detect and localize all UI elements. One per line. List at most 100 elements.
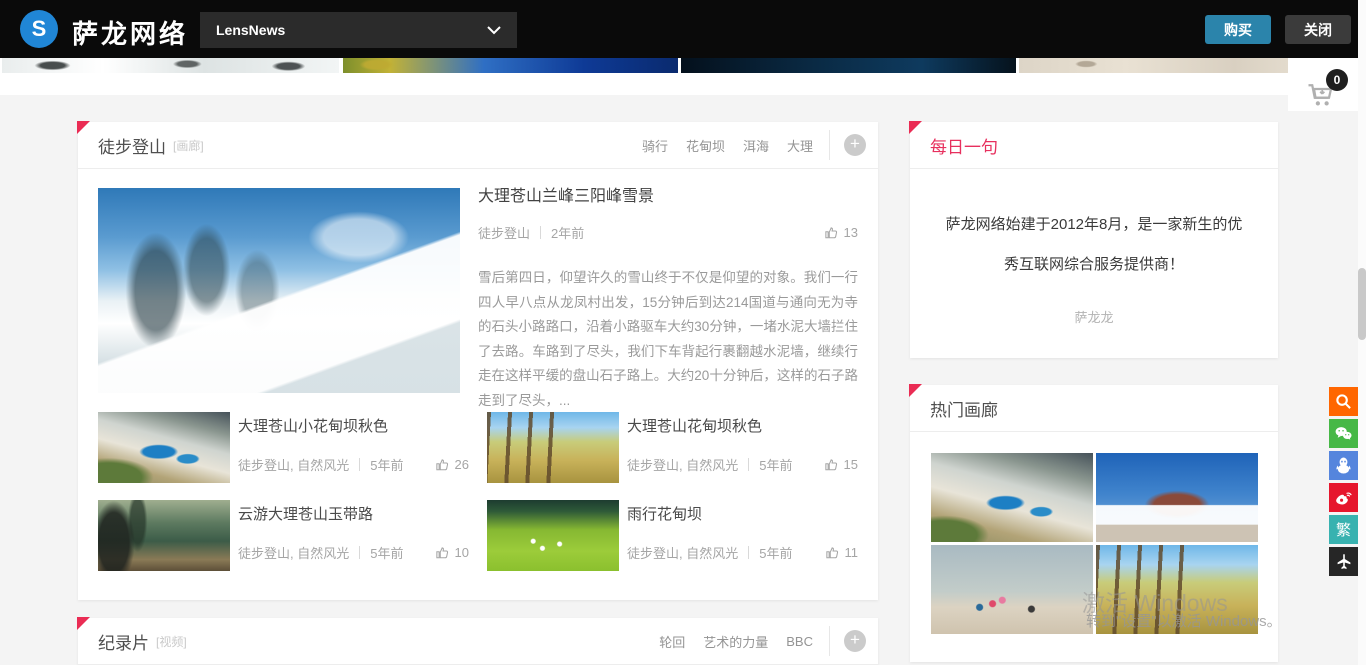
article-thumbnail[interactable] <box>487 500 619 571</box>
back-to-top-button[interactable] <box>1329 547 1358 576</box>
buy-button[interactable]: 购买 <box>1205 15 1271 44</box>
article-list-item[interactable]: 大理苍山小花甸坝秋色 徒步登山, 自然风光 5年前 26 <box>98 412 469 483</box>
section-header: 纪录片 [视频] 轮回 艺术的力量 BBC + <box>78 618 878 665</box>
daily-quote-text: 萨龙网络始建于2012年8月，是一家新生的优秀互联网综合服务提供商！ <box>910 205 1278 285</box>
scrollbar-thumb[interactable] <box>1358 268 1366 340</box>
nav-dropdown[interactable]: LensNews <box>200 12 517 48</box>
thumbs-up-icon <box>435 457 450 472</box>
thumbs-up-icon <box>435 545 450 560</box>
header-divider <box>829 626 830 656</box>
article-thumbnail[interactable] <box>98 500 230 571</box>
close-button[interactable]: 关闭 <box>1285 15 1351 44</box>
meta-divider <box>359 546 360 559</box>
section-documentary: 纪录片 [视频] 轮回 艺术的力量 BBC + <box>78 618 878 665</box>
like-count-value: 13 <box>844 225 858 240</box>
site-logo-icon[interactable]: S <box>20 10 58 48</box>
logo-letter: S <box>32 16 47 42</box>
widget-header: 热门画廊 <box>910 385 1278 432</box>
gallery-grid <box>931 453 1258 634</box>
thumbs-up-icon <box>824 457 839 472</box>
more-button[interactable]: + <box>844 134 866 156</box>
like-count[interactable]: 15 <box>824 457 858 472</box>
article-category[interactable]: 徒步登山, 自然风光 <box>627 543 738 562</box>
article-thumbnail[interactable] <box>487 412 619 483</box>
article-time: 5年前 <box>370 543 403 562</box>
corner-ribbon-icon <box>77 617 90 630</box>
gallery-thumbnail[interactable] <box>1096 453 1258 542</box>
carousel-thumb-foliage[interactable] <box>343 58 678 73</box>
qq-icon <box>1335 456 1352 475</box>
article-category[interactable]: 徒步登山, 自然风光 <box>238 455 349 474</box>
article-category[interactable]: 徒步登山 <box>478 223 530 242</box>
gallery-thumbnail[interactable] <box>1096 545 1258 634</box>
article-list-item[interactable]: 云游大理苍山玉带路 徒步登山, 自然风光 5年前 10 <box>98 500 469 571</box>
brand-name[interactable]: 萨龙网络 <box>72 14 188 51</box>
section-title[interactable]: 徒步登山 <box>98 133 166 158</box>
like-count[interactable]: 11 <box>825 545 859 560</box>
tag-link[interactable]: 花甸坝 <box>686 136 725 155</box>
meta-divider <box>359 458 360 471</box>
featured-article-image[interactable] <box>98 188 460 393</box>
featured-article-meta: 徒步登山 2年前 13 <box>478 223 858 242</box>
featured-article-excerpt: 雪后第四日，仰望许久的雪山终于不仅是仰望的对象。我们一行四人早八点从龙凤村出发，… <box>478 266 858 414</box>
article-title[interactable]: 大理苍山花甸坝秋色 <box>627 415 858 436</box>
daily-quote-author: 萨龙龙 <box>910 307 1278 326</box>
article-meta: 徒步登山, 自然风光 5年前 10 <box>238 543 469 562</box>
carousel-thumb-snow[interactable] <box>2 58 339 73</box>
article-meta: 徒步登山, 自然风光 5年前 11 <box>627 543 858 562</box>
section-tags: 骑行 花甸坝 洱海 大理 <box>642 136 813 155</box>
article-title[interactable]: 云游大理苍山玉带路 <box>238 503 469 524</box>
tag-link[interactable]: 轮回 <box>659 632 685 651</box>
qq-share-button[interactable] <box>1329 451 1358 480</box>
featured-article: 大理苍山兰峰三阳峰雪景 徒步登山 2年前 13 雪后第四日，仰望许久的雪山终于不… <box>478 182 858 414</box>
like-count[interactable]: 26 <box>435 457 469 472</box>
widget-title: 每日一句 <box>930 133 998 158</box>
tag-link[interactable]: 大理 <box>787 136 813 155</box>
meta-divider <box>748 546 749 559</box>
wechat-share-button[interactable] <box>1329 419 1358 448</box>
article-time: 5年前 <box>759 455 792 474</box>
article-time: 5年前 <box>370 455 403 474</box>
widget-hot-galleries: 热门画廊 <box>910 385 1278 662</box>
tag-link[interactable]: BBC <box>786 634 813 649</box>
section-subtitle: [画廊] <box>173 137 204 154</box>
tag-link[interactable]: 艺术的力量 <box>703 632 768 651</box>
article-title[interactable]: 雨行花甸坝 <box>627 503 858 524</box>
article-meta: 徒步登山, 自然风光 5年前 26 <box>238 455 469 474</box>
like-count[interactable]: 13 <box>824 225 858 240</box>
like-count-value: 26 <box>455 457 469 472</box>
tag-link[interactable]: 骑行 <box>642 136 668 155</box>
section-title[interactable]: 纪录片 <box>98 629 149 654</box>
search-button[interactable] <box>1329 387 1358 416</box>
meta-divider <box>748 458 749 471</box>
carousel-thumb-night[interactable] <box>681 58 1016 73</box>
more-button[interactable]: + <box>844 630 866 652</box>
article-category[interactable]: 徒步登山, 自然风光 <box>627 455 738 474</box>
featured-article-title[interactable]: 大理苍山兰峰三阳峰雪景 <box>478 182 858 206</box>
page: S 萨龙网络 LensNews 购买 关闭 0 徒步登山 [画 <box>0 0 1366 665</box>
article-title[interactable]: 大理苍山小花甸坝秋色 <box>238 415 469 436</box>
article-thumbnail[interactable] <box>98 412 230 483</box>
section-tags: 轮回 艺术的力量 BBC <box>659 632 813 651</box>
search-icon <box>1335 393 1352 410</box>
traditional-chinese-label: 繁 <box>1336 519 1351 540</box>
article-time: 2年前 <box>551 223 584 242</box>
cart-button[interactable]: 0 <box>1306 80 1346 114</box>
gallery-thumbnail[interactable] <box>931 453 1093 542</box>
corner-ribbon-icon <box>909 384 922 397</box>
article-list-item[interactable]: 大理苍山花甸坝秋色 徒步登山, 自然风光 5年前 15 <box>487 412 858 483</box>
like-count-value: 11 <box>845 545 859 560</box>
wechat-icon <box>1334 425 1353 442</box>
article-category[interactable]: 徒步登山, 自然风光 <box>238 543 349 562</box>
like-count[interactable]: 10 <box>435 545 469 560</box>
carousel-thumb-sand[interactable] <box>1019 58 1288 73</box>
traditional-chinese-toggle[interactable]: 繁 <box>1329 515 1358 544</box>
tag-link[interactable]: 洱海 <box>743 136 769 155</box>
weibo-share-button[interactable] <box>1329 483 1358 512</box>
meta-divider <box>540 226 541 239</box>
article-list-item[interactable]: 雨行花甸坝 徒步登山, 自然风光 5年前 11 <box>487 500 858 571</box>
section-hiking-gallery: 徒步登山 [画廊] 骑行 花甸坝 洱海 大理 + 大理苍山兰峰三阳峰雪景 徒步登… <box>78 122 878 600</box>
scrollbar-track[interactable] <box>1358 0 1366 665</box>
corner-ribbon-icon <box>909 121 922 134</box>
gallery-thumbnail[interactable] <box>931 545 1093 634</box>
